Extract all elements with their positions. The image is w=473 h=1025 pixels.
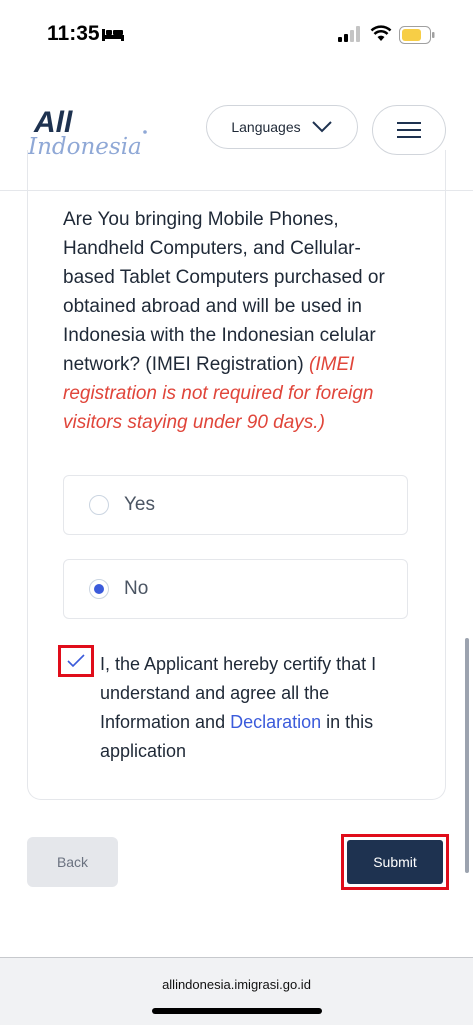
languages-dropdown[interactable]: Languages xyxy=(206,105,358,149)
status-time: 11:35 xyxy=(47,22,100,45)
radio-option-yes[interactable]: Yes xyxy=(63,475,408,535)
wifi-icon xyxy=(370,25,392,41)
hamburger-menu-button[interactable] xyxy=(372,105,446,155)
browser-url-bar[interactable]: allindonesia.imigrasi.go.id xyxy=(0,957,473,1025)
menu-icon xyxy=(397,122,421,138)
radio-label-yes: Yes xyxy=(124,494,155,515)
certify-statement: I, the Applicant hereby certify that I u… xyxy=(100,650,420,766)
radio-button-yes[interactable] xyxy=(89,495,109,515)
back-button[interactable]: Back xyxy=(27,837,118,887)
page-scrollbar[interactable] xyxy=(465,638,469,873)
checkmark-icon xyxy=(67,654,85,668)
radio-option-no[interactable]: No xyxy=(63,559,408,619)
languages-label: Languages xyxy=(231,119,301,135)
certify-checkbox[interactable] xyxy=(58,645,94,677)
cellular-signal-icon xyxy=(338,26,360,42)
radio-selected-dot xyxy=(94,584,104,594)
url-text: allindonesia.imigrasi.go.id xyxy=(162,977,311,992)
declaration-link[interactable]: Declaration xyxy=(230,712,321,732)
chevron-down-icon xyxy=(311,121,332,133)
bed-icon xyxy=(102,29,124,41)
submit-button[interactable]: Submit xyxy=(347,840,443,884)
home-indicator[interactable] xyxy=(152,1008,322,1014)
imei-question: Are You bringing Mobile Phones, Handheld… xyxy=(63,205,403,437)
status-bar: 11:35 xyxy=(0,0,473,70)
question-text: Are You bringing Mobile Phones, Handheld… xyxy=(63,209,385,375)
radio-button-no[interactable] xyxy=(89,579,109,599)
radio-label-no: No xyxy=(124,578,149,599)
submit-highlight: Submit xyxy=(341,834,449,890)
battery-icon xyxy=(399,26,435,44)
